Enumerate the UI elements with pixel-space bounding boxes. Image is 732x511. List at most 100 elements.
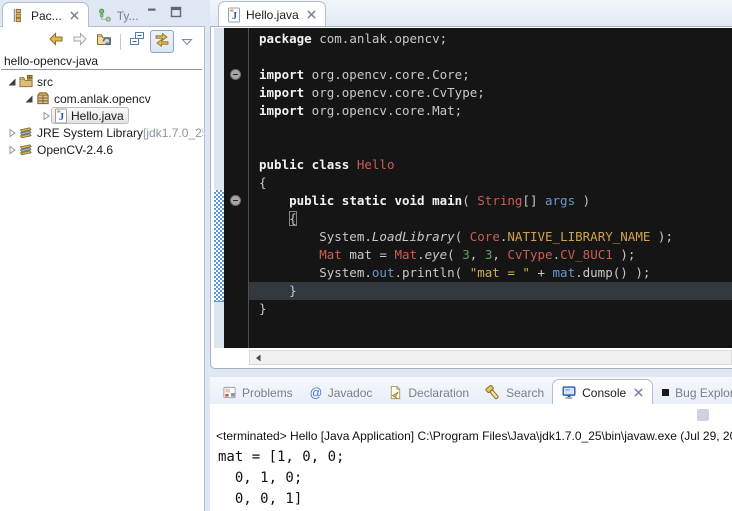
maximize-button[interactable] [170,6,182,18]
method-range-indicator [214,190,224,302]
package-explorer-toolbar [45,30,198,53]
tab-label: Search [506,386,544,400]
javadoc-icon: @ [309,386,323,400]
view-tab-bug-explorer[interactable]: Bug Explorer [653,381,732,404]
tree-item-com-anlak-opencv[interactable]: com.anlak.opencv [0,90,203,107]
view-tab-search[interactable]: Search [477,381,552,404]
scroll-left-icon[interactable] [250,351,266,364]
view-menu-icon [181,33,193,51]
horizontal-scrollbar[interactable] [249,350,732,365]
console-title: <terminated> Hello [Java Application] C:… [216,429,732,443]
fold-collapse-icon[interactable] [230,69,241,80]
editor-tab-hello-java[interactable]: J Hello.java [218,1,326,27]
library-icon [18,125,34,140]
left-panel-tab-bar: Pac... Ty... [2,2,146,27]
java-file-icon: J [54,108,68,124]
tab-label: Hello.java [246,8,299,22]
collapsed-arrow-icon[interactable] [40,111,51,121]
console-output-line: mat = [1, 0, 0; [218,447,344,468]
declaration-icon [388,385,403,400]
annotation-ruler [214,28,224,348]
code-line-15[interactable]: } [259,282,673,300]
type-hierarchy-icon [97,8,112,23]
tree-item-label: OpenCV-2.4.6 [37,143,113,157]
tree-item-label: src [37,75,53,89]
close-icon[interactable] [306,9,317,20]
tree-item-label: JRE System Library [37,126,143,140]
close-icon[interactable] [69,10,80,21]
console-output-line: 0, 1, 0; [218,468,344,489]
folder-refresh-icon [96,31,113,52]
console-output[interactable]: mat = [1, 0, 0; 0, 1, 0; 0, 0, 1] [218,447,344,510]
divider [1,69,202,70]
package-explorer-icon [11,8,26,23]
view-tab-ty[interactable]: Ty... [89,4,147,27]
code-line-5[interactable]: import org.opencv.core.Mat; [259,102,673,120]
project-root-label[interactable]: hello-opencv-java [0,53,203,68]
code-line-10[interactable]: public static void main( String[] args ) [259,192,673,210]
code-line-6[interactable] [259,120,673,138]
link-with-editor-button[interactable] [150,30,174,53]
code-line-14[interactable]: System.out.println( "mat = " + mat.dump(… [259,264,673,282]
fold-gutter [224,28,248,348]
tree-item-src[interactable]: src [0,73,203,90]
view-tab-problems[interactable]: Problems [214,381,301,404]
fold-collapse-icon[interactable] [230,195,241,206]
minimize-button[interactable] [146,6,158,18]
collapsed-arrow-icon[interactable] [6,128,17,138]
tree-item-label: Hello.java [71,109,124,123]
code-line-11[interactable]: { [259,210,673,228]
code-line-12[interactable]: System.LoadLibrary( Core.NATIVE_LIBRARY_… [259,228,673,246]
view-menu-button[interactable] [176,31,198,52]
tree-item-opencv-2-4-6[interactable]: OpenCV-2.4.6 [0,141,203,158]
up-refresh-button[interactable] [93,31,115,52]
code-area[interactable]: package com.anlak.opencv; import org.open… [249,28,732,348]
package-explorer-body: hello-opencv-java srccom.anlak.opencvJHe… [0,26,205,511]
code-line-13[interactable]: Mat mat = Mat.eye( 3, 3, CvType.CV_8UC1 … [259,246,673,264]
forward-arrow-icon [72,31,88,52]
search-icon [485,385,501,401]
code-line-7[interactable] [259,138,673,156]
problems-icon [222,385,237,400]
back-button[interactable] [45,31,67,52]
close-icon[interactable] [633,387,644,398]
view-tab-declaration[interactable]: Declaration [380,381,477,404]
link-with-editor-icon [154,31,170,52]
forward-button[interactable] [69,31,91,52]
project-tree: hello-opencv-java srccom.anlak.opencvJHe… [0,53,203,158]
code-line-2[interactable] [259,48,673,66]
code-line-4[interactable]: import org.opencv.core.CvType; [259,84,673,102]
tab-label: Pac... [31,9,62,23]
svg-text:J: J [232,11,237,22]
console-output-line: 0, 0, 1] [218,489,344,510]
code-line-1[interactable]: package com.anlak.opencv; [259,30,673,48]
tab-label: Console [582,386,626,400]
console-icon [561,385,577,400]
console-toolbar-icon[interactable] [697,409,709,421]
java-file-icon: J [227,7,241,23]
expanded-arrow-icon[interactable] [6,77,17,87]
collapsed-arrow-icon[interactable] [6,145,17,155]
code-line-9[interactable]: { [259,174,673,192]
tree-item-hello-java[interactable]: JHello.java [0,107,203,124]
panel-window-buttons [146,6,182,18]
view-tab-console[interactable]: Console [552,379,653,404]
code-line-16[interactable]: } [259,300,673,318]
tree-item-label: com.anlak.opencv [54,92,151,106]
src-folder-icon [18,74,34,89]
code-editor[interactable]: package com.anlak.opencv; import org.open… [210,26,732,369]
code-line-8[interactable]: public class Hello [259,156,673,174]
expanded-arrow-icon[interactable] [23,94,34,104]
bottom-view-tab-bar: Problems @ Javadoc Declaration Search Console… [210,377,732,404]
tree-item-jre-system-library[interactable]: JRE System Library [jdk1.7.0_25] [0,124,203,141]
view-tab-javadoc[interactable]: @ Javadoc [301,381,381,404]
back-arrow-icon [48,31,64,52]
collapse-all-button[interactable] [126,31,148,52]
console-view: <terminated> Hello [Java Application] C:… [210,403,732,511]
tab-label: Javadoc [328,386,373,400]
library-icon [18,142,34,157]
selected-tree-item: JHello.java [51,107,129,124]
tab-label: Problems [242,386,293,400]
view-tab-pac[interactable]: Pac... [2,2,89,27]
code-line-3[interactable]: import org.opencv.core.Core; [259,66,673,84]
